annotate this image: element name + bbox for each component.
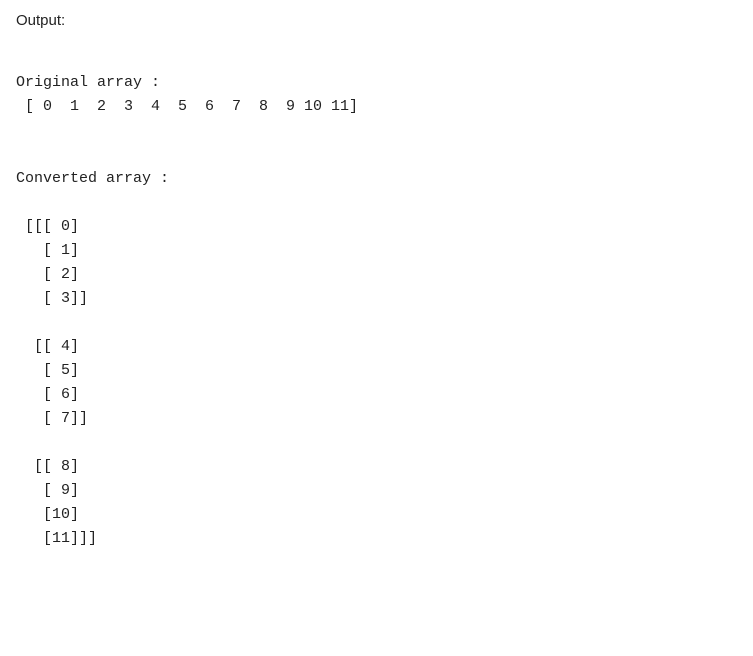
output-heading: Output:: [16, 12, 737, 29]
original-array-label: Original array :: [16, 74, 160, 91]
code-output-block: Original array : [ 0 1 2 3 4 5 6 7 8 9 1…: [16, 47, 737, 551]
converted-array-values: [[[ 0] [ 1] [ 2] [ 3]] [[ 4] [ 5] [ 6] […: [16, 218, 97, 547]
converted-array-label: Converted array :: [16, 170, 169, 187]
original-array-values: [ 0 1 2 3 4 5 6 7 8 9 10 11]: [16, 98, 358, 115]
